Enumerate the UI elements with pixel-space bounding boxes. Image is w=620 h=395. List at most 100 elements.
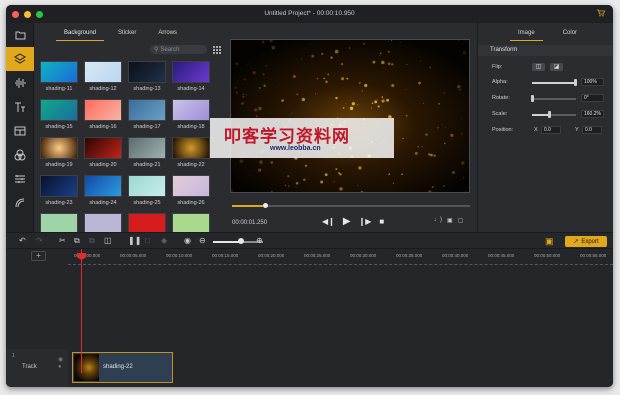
media-thumbnail[interactable]: shading-13: [128, 61, 166, 94]
play-icon[interactable]: ▶: [343, 216, 351, 227]
thumbnail-image: [128, 137, 166, 159]
thumbnail-label: shading-17: [133, 124, 161, 130]
next-frame-icon[interactable]: ❙▶: [359, 217, 372, 226]
thumbnail-image: [128, 175, 166, 197]
media-thumbnail[interactable]: shading-14: [172, 61, 210, 94]
thumbnail-image: [172, 99, 210, 121]
paste-icon[interactable]: ⧉: [89, 236, 95, 246]
thumbnail-image: [128, 99, 166, 121]
text-icon[interactable]: [6, 95, 34, 119]
transitions-icon[interactable]: [6, 167, 34, 191]
thumbnail-label: shading-16: [89, 124, 117, 130]
timeline: + 00:00:00.000 00:00:05.000 00:00:10.000 00…: [6, 249, 613, 387]
ruler-tick-label: 00:00:30.000: [350, 253, 377, 258]
media-thumbnail[interactable]: shading-17: [128, 99, 166, 132]
crop-icon[interactable]: □: [145, 236, 150, 246]
filters-icon[interactable]: [6, 143, 34, 167]
tab-sticker[interactable]: Sticker: [118, 23, 136, 43]
media-thumbnail[interactable]: shading-18: [172, 99, 210, 132]
zoom-in-icon[interactable]: ⊕: [256, 236, 263, 246]
thumbnail-label: shading-23: [45, 200, 73, 206]
snapshot-icon[interactable]: ▣: [447, 217, 453, 224]
search-row: ⚲ Search: [150, 45, 221, 54]
audio-wave-icon[interactable]: [6, 71, 34, 95]
track-lock-icon[interactable]: ●: [58, 364, 62, 370]
track-label: Track: [22, 364, 37, 370]
flip-vertical-button[interactable]: ◪: [550, 63, 563, 71]
rotate-slider-knob[interactable]: [531, 95, 534, 102]
media-thumbnail[interactable]: shading-11: [40, 61, 78, 94]
rotate-value[interactable]: 0°: [581, 94, 604, 102]
tab-background[interactable]: Background: [55, 23, 105, 43]
thumbnail-image: [40, 137, 78, 159]
add-track-button[interactable]: +: [31, 251, 46, 261]
tab-color[interactable]: Color: [563, 23, 577, 43]
elements-icon[interactable]: [6, 191, 34, 215]
ruler-tick-label: 00:00:35.000: [396, 253, 423, 258]
grid-view-icon[interactable]: [213, 45, 221, 54]
media-thumbnail[interactable]: shading-20: [84, 137, 122, 170]
media-thumbnail[interactable]: shading-23: [40, 175, 78, 208]
current-time: 00:00:01.250: [232, 220, 268, 226]
split-icon[interactable]: ❚❚: [128, 236, 141, 246]
export-button[interactable]: ↗ Export: [565, 236, 607, 247]
prev-frame-icon[interactable]: ◀❙: [322, 217, 335, 226]
media-thumbnail[interactable]: shading-12: [84, 61, 122, 94]
scale-slider-knob[interactable]: [548, 111, 551, 118]
media-thumbnail[interactable]: shading-16: [84, 99, 122, 132]
volume-icon[interactable]: ♩): [434, 217, 442, 224]
media-library: Background Sticker Arrows ⚲ Search shadi…: [34, 23, 250, 235]
thumbnail-image: [84, 99, 122, 121]
edit-toolbar: ↶ ↷ ✂ ⧉ ⧉ ◫ ❚❚ □ ◆ ◉ ⊖ ⊕ ▣ ↗ Export: [6, 232, 613, 249]
scale-value[interactable]: 160.2%: [581, 110, 604, 118]
thumbnail-label: shading-25: [133, 200, 161, 206]
layers-icon[interactable]: [6, 47, 34, 71]
media-thumbnail[interactable]: shading-24: [84, 175, 122, 208]
window-title: Untitled Project* - 00:00:10.950: [264, 10, 355, 17]
search-icon: ⚲: [154, 47, 159, 53]
rotate-slider[interactable]: [532, 98, 576, 100]
media-thumbnail[interactable]: shading-25: [128, 175, 166, 208]
thumbnail-label: shading-12: [89, 86, 117, 92]
x-label: X: [534, 127, 538, 133]
cut-icon[interactable]: ✂: [59, 236, 66, 246]
alpha-slider[interactable]: [532, 82, 576, 84]
media-thumbnail[interactable]: shading-15: [40, 99, 78, 132]
undo-icon[interactable]: ↶: [19, 236, 26, 246]
stop-icon[interactable]: ■: [379, 217, 384, 226]
flip-label: Flip:: [492, 64, 503, 70]
flip-horizontal-button[interactable]: ◫: [532, 63, 545, 71]
fullscreen-icon[interactable]: ▢: [458, 217, 464, 224]
title-bar: Untitled Project* - 00:00:10.950: [6, 5, 613, 23]
speed-icon[interactable]: ◆: [161, 236, 167, 246]
marker-icon[interactable]: ◉: [184, 236, 191, 246]
redo-icon[interactable]: ↷: [36, 236, 43, 246]
media-thumbnail[interactable]: shading-22: [172, 137, 210, 170]
playback-knob[interactable]: [263, 203, 268, 208]
x-value[interactable]: 0.0: [541, 126, 561, 134]
playhead[interactable]: [81, 249, 82, 373]
tab-arrows[interactable]: Arrows: [158, 23, 177, 43]
delete-icon[interactable]: ◫: [104, 236, 112, 246]
copy-icon[interactable]: ⧉: [74, 236, 80, 246]
media-thumbnail[interactable]: shading-19: [40, 137, 78, 170]
alpha-value[interactable]: 100%: [581, 78, 604, 86]
video-preview: [230, 39, 470, 193]
template-icon[interactable]: [6, 119, 34, 143]
search-placeholder: Search: [160, 46, 180, 53]
media-thumbnail[interactable]: shading-26: [172, 175, 210, 208]
alpha-slider-knob[interactable]: [574, 79, 577, 86]
tab-image[interactable]: Image: [510, 23, 543, 43]
cart-icon[interactable]: [597, 9, 606, 17]
transform-section-header: Transform: [478, 45, 613, 56]
zoom-out-icon[interactable]: ⊖: [199, 236, 206, 246]
timeline-clip[interactable]: shading-22: [72, 352, 173, 383]
media-thumbnail[interactable]: shading-21: [128, 137, 166, 170]
search-input[interactable]: ⚲ Search: [150, 45, 207, 54]
y-value[interactable]: 0.0: [582, 126, 602, 134]
track-visibility-icon[interactable]: ◉ ●: [58, 357, 63, 371]
folder-icon[interactable]: [6, 23, 34, 47]
scale-slider[interactable]: [532, 114, 576, 116]
timeline-zoom-knob[interactable]: [238, 238, 244, 244]
export-settings-icon[interactable]: ▣: [545, 236, 556, 247]
